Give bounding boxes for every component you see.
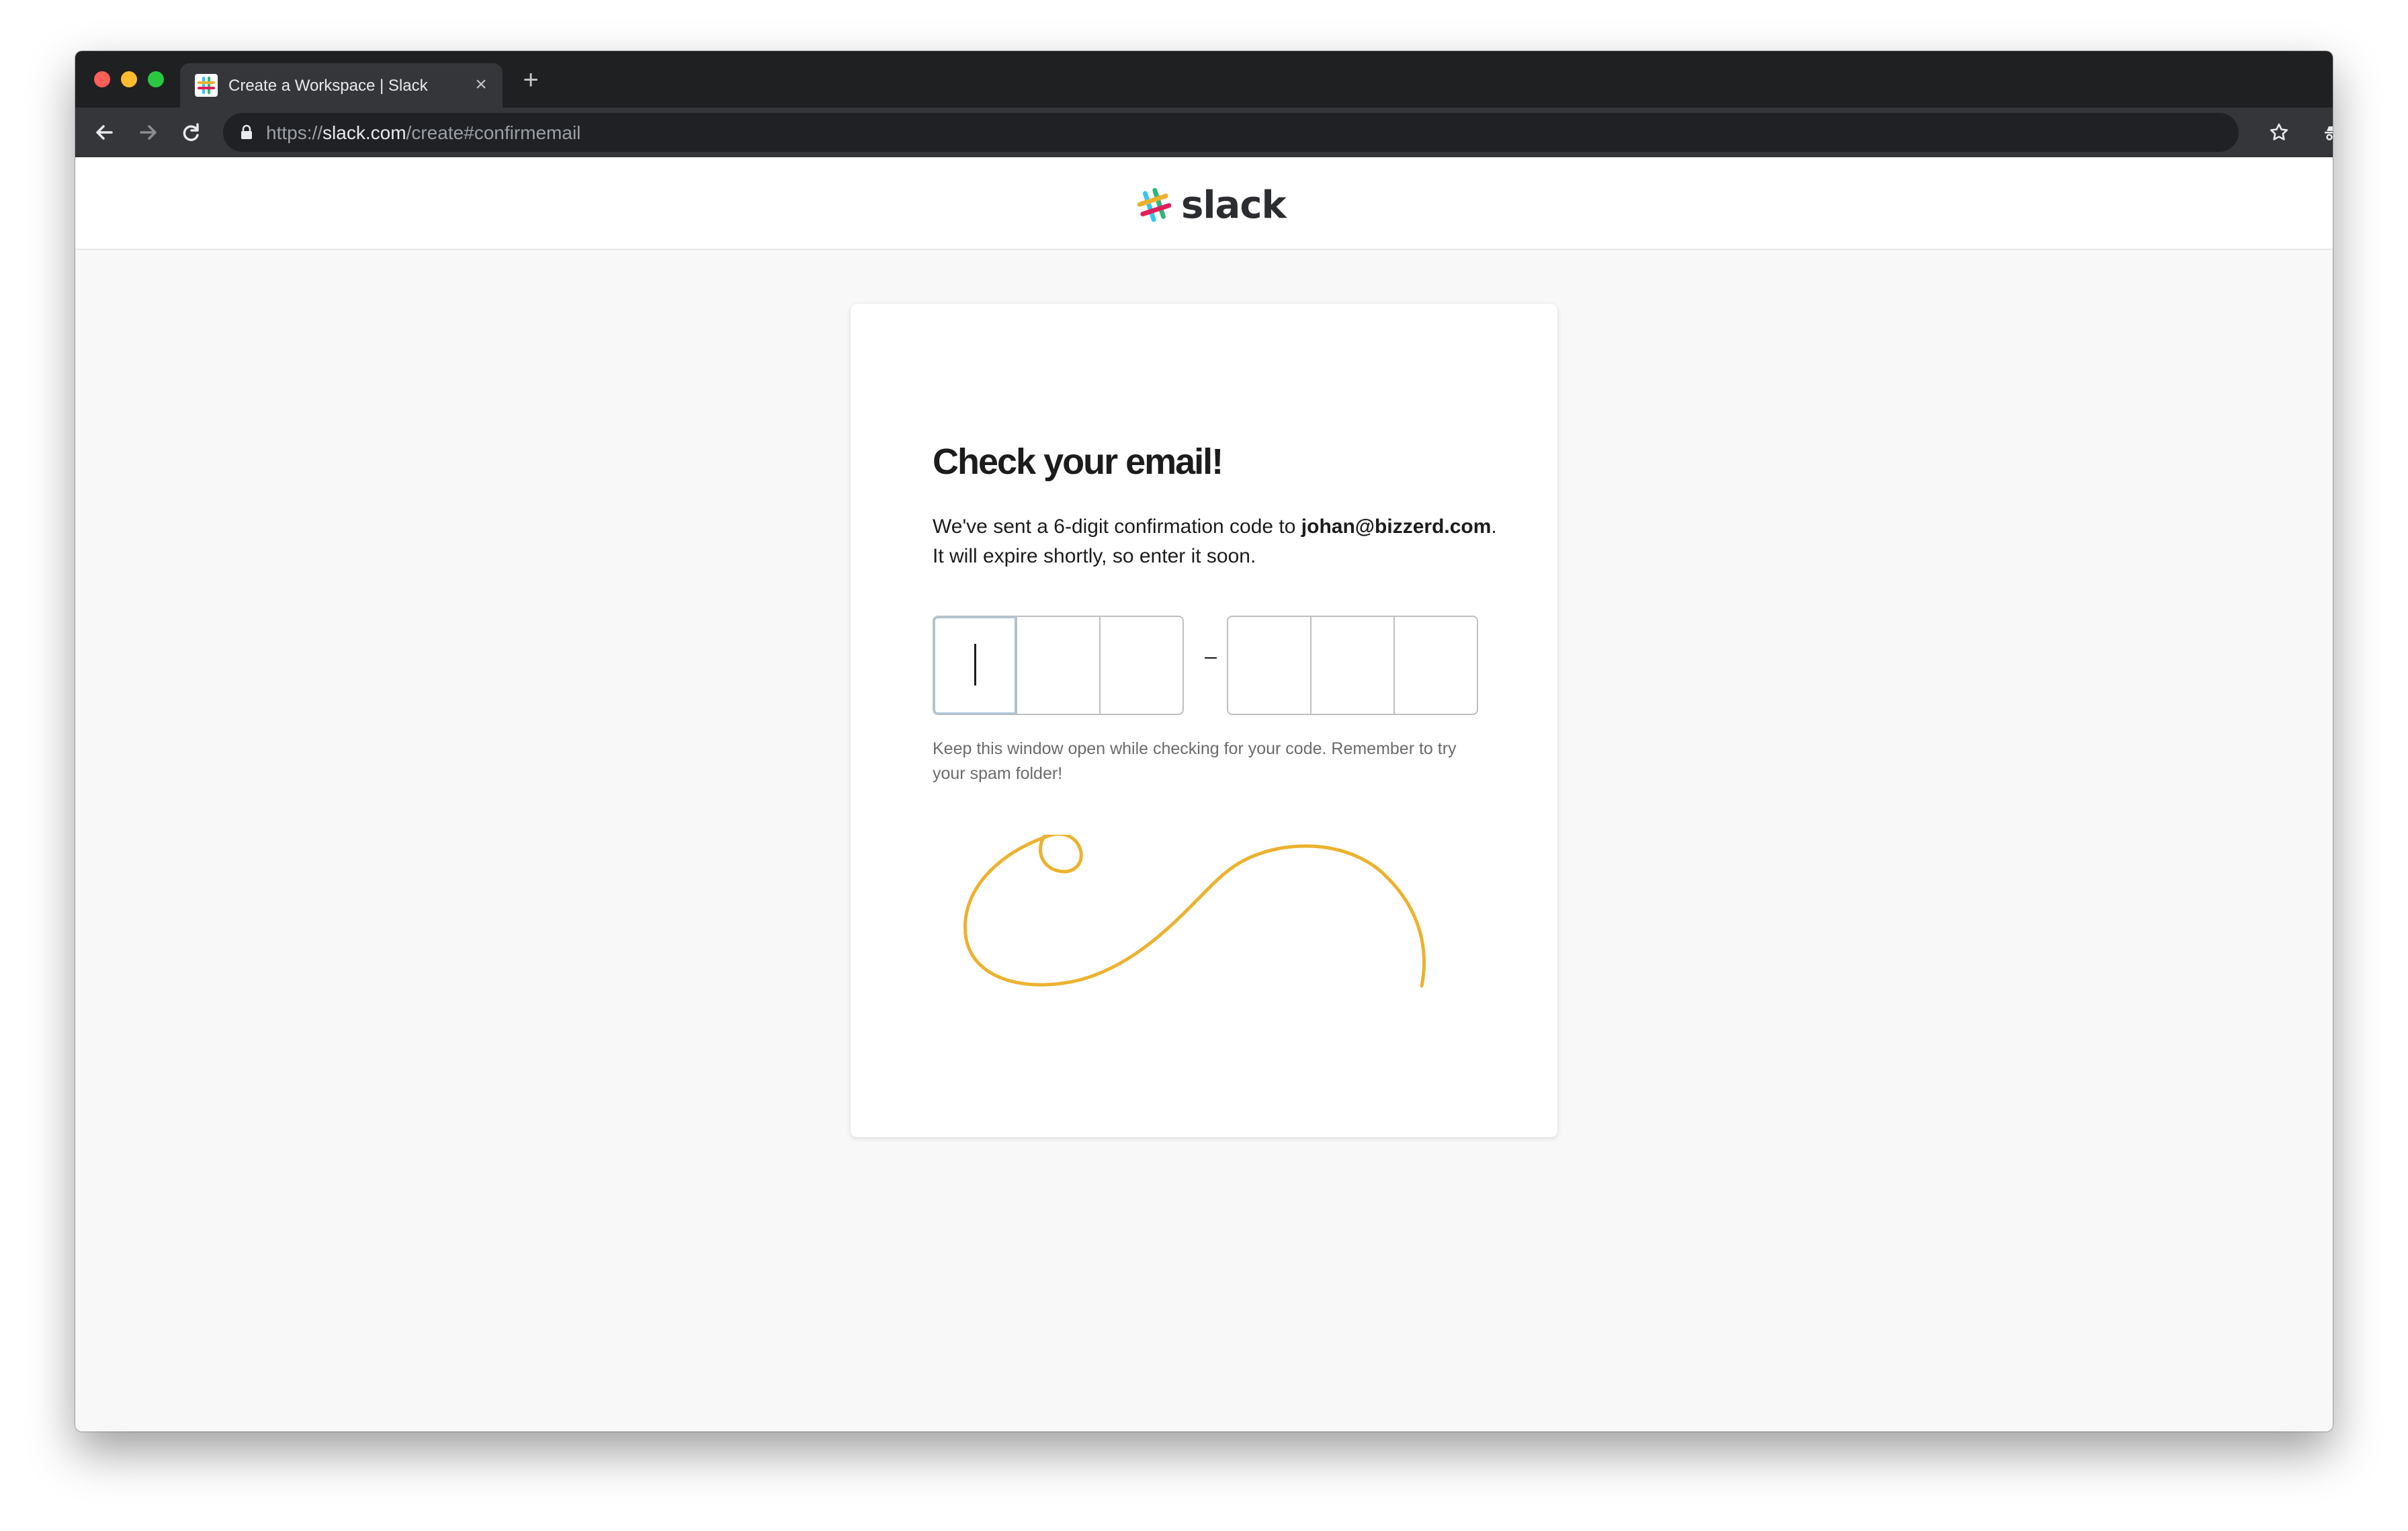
close-icon[interactable]: × (469, 73, 493, 97)
email-address: johan@bizzerd.com (1301, 515, 1492, 538)
maximize-window-button[interactable] (148, 71, 164, 87)
paper-plane-illustration (963, 835, 1426, 988)
arrow-left-icon[interactable] (89, 116, 121, 149)
tab-strip: Create a Workspace | Slack × + (75, 51, 2333, 108)
close-window-button[interactable] (94, 71, 110, 87)
slack-logo-icon (1137, 188, 1172, 222)
code-digit-3[interactable] (1101, 617, 1182, 714)
confirm-email-card: Check your email! We've sent a 6-digit c… (851, 304, 1557, 1137)
url-path: /create#confirmemail (406, 122, 581, 143)
arrow-right-icon[interactable] (132, 116, 164, 149)
code-separator: – (1205, 644, 1217, 668)
lock-icon (241, 124, 252, 139)
tab-title: Create a Workspace | Slack (228, 77, 428, 95)
slack-favicon-icon (195, 74, 218, 97)
incognito-icon[interactable] (2317, 116, 2333, 149)
code-digit-4[interactable] (1228, 617, 1312, 714)
text-cursor (974, 644, 976, 686)
browser-window: Create a Workspace | Slack × + https://s… (75, 51, 2333, 1432)
browser-toolbar: https://slack.com/create#confirmemail (75, 108, 2333, 157)
url-text: https://slack.com/create#confirmemail (266, 122, 580, 144)
url-host: slack.com (322, 122, 406, 143)
slack-logo[interactable]: slack (1134, 181, 1287, 229)
star-icon[interactable] (2263, 116, 2295, 149)
code-digit-6[interactable] (1395, 617, 1477, 714)
yellow-string-line (963, 835, 1426, 988)
reload-icon[interactable] (175, 116, 207, 149)
logo-text: slack (1181, 183, 1287, 227)
code-digit-2[interactable] (1017, 617, 1101, 714)
plus-icon[interactable]: + (516, 66, 546, 95)
code-digit-1[interactable] (934, 617, 1017, 714)
desc-text-before: We've sent a 6-digit confirmation code t… (933, 515, 1301, 538)
site-header: slack (75, 157, 2333, 250)
tab-create-workspace[interactable]: Create a Workspace | Slack × (180, 63, 503, 108)
code-digit-5[interactable] (1312, 617, 1395, 714)
code-group-first (933, 616, 1184, 715)
spam-folder-hint: Keep this window open while checking for… (933, 739, 1457, 783)
url-scheme: https:// (266, 122, 323, 143)
confirmation-description: We've sent a 6-digit confirmation code t… (933, 512, 1510, 571)
page-title: Check your email! (933, 442, 1223, 482)
code-group-second (1227, 616, 1478, 715)
minimize-window-button[interactable] (121, 71, 137, 87)
address-bar[interactable]: https://slack.com/create#confirmemail (223, 113, 2239, 152)
